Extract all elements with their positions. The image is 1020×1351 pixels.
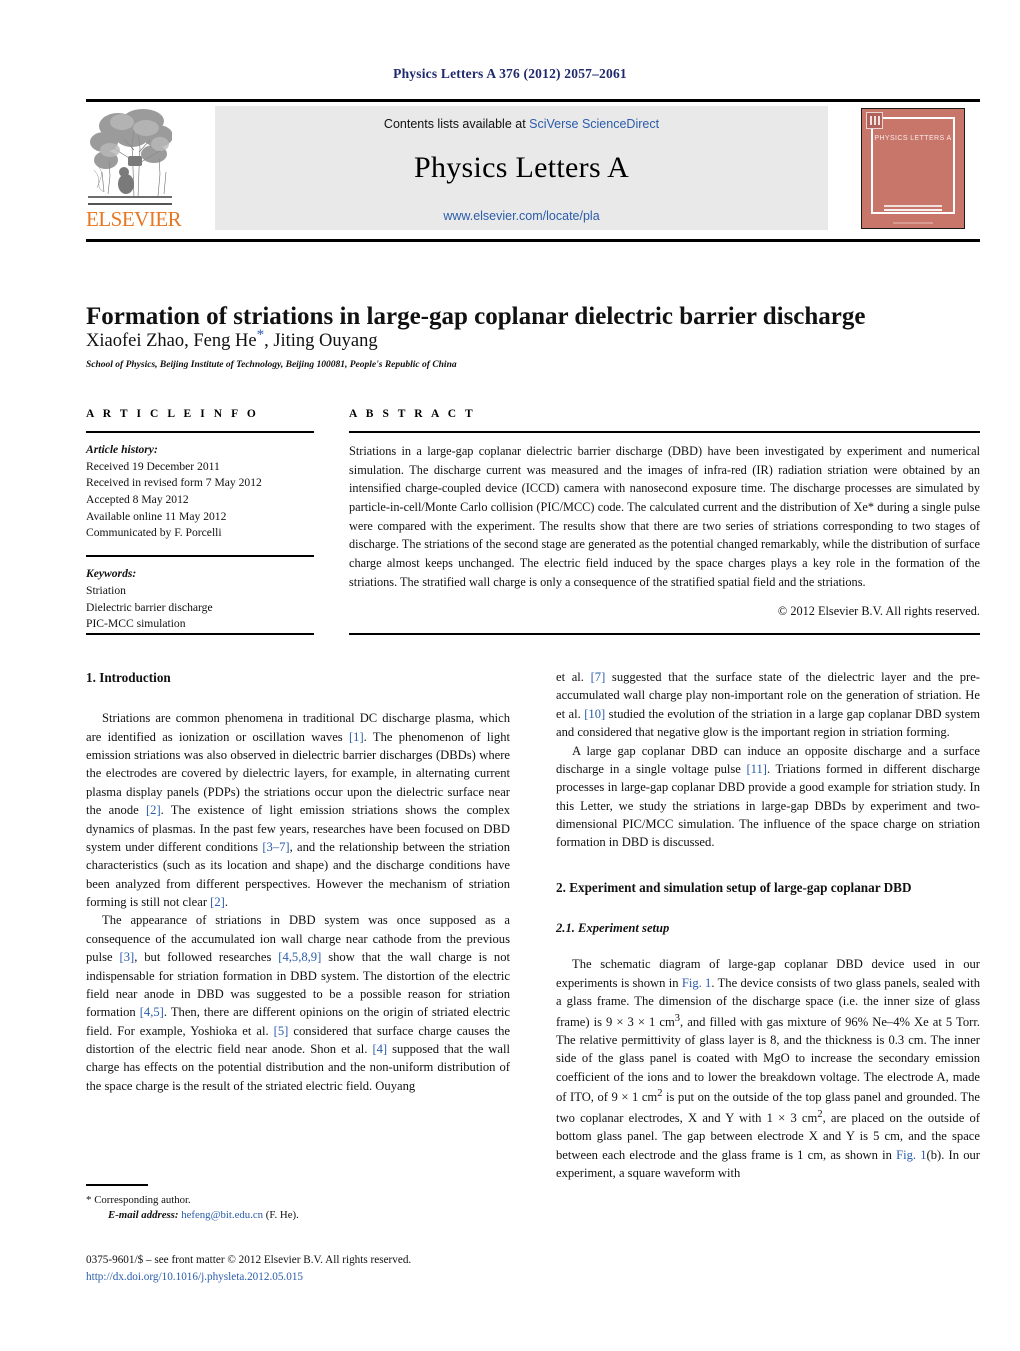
- article-info-heading: A R T I C L E I N F O: [86, 408, 259, 420]
- citation-link[interactable]: [4]: [372, 1042, 387, 1056]
- authors-post: , Jiting Ouyang: [264, 331, 378, 352]
- running-head: Physics Letters A 376 (2012) 2057–2061: [393, 66, 627, 81]
- history-item: Available online 11 May 2012: [86, 509, 227, 523]
- abstract-block: A B S T R A C T Striations in a large-ga…: [349, 408, 980, 619]
- contents-available-line: Contents lists available at SciVerse Sci…: [215, 117, 828, 131]
- elsevier-tree-icon: [88, 106, 172, 202]
- abstract-bottom-rule: [349, 633, 980, 635]
- masthead-top-rule: [86, 99, 980, 102]
- journal-masthead: ELSEVIER Contents lists available at Sci…: [86, 99, 980, 232]
- history-item: Received 19 December 2011: [86, 459, 220, 473]
- citation-link[interactable]: [5]: [274, 1024, 289, 1038]
- text-run: .: [224, 895, 229, 910]
- paragraph-intro-2: The appearance of striations in DBD syst…: [86, 911, 510, 1095]
- abstract-copyright: © 2012 Elsevier B.V. All rights reserved…: [777, 603, 980, 618]
- elsevier-wordmark: ELSEVIER: [86, 207, 182, 231]
- article-info-block: A R T I C L E I N F O Article history: R…: [86, 408, 314, 633]
- email-note: E-mail address: hefeng@bit.edu.cn (F. He…: [86, 1208, 510, 1224]
- keyword-item: Striation: [86, 583, 126, 597]
- citation-link[interactable]: [7]: [591, 670, 606, 684]
- journal-url-link[interactable]: www.elsevier.com/locate/pla: [215, 209, 828, 223]
- section-heading-experiment-setup: 2. Experiment and simulation setup of la…: [556, 879, 912, 895]
- elsevier-logo: ELSEVIER: [86, 106, 182, 231]
- paragraph-intro-1: Striations are common phenomena in tradi…: [86, 709, 510, 911]
- authors-pre: Xiaofei Zhao, Feng He: [86, 331, 257, 352]
- paragraph-intro-3: et al. [7] suggested that the surface st…: [556, 668, 980, 742]
- keyword-item: Dielectric barrier discharge: [86, 600, 213, 614]
- citation-link[interactable]: [10]: [584, 707, 605, 721]
- contents-prefix: Contents lists available at: [383, 117, 530, 131]
- cover-footline-top: [884, 205, 942, 207]
- text-run: studied the evolution of the striation i…: [556, 706, 980, 740]
- subsection-heading-experiment-setup: 2.1. Experiment setup: [556, 921, 670, 936]
- keywords-block: Keywords: Striation Dielectric barrier d…: [86, 566, 314, 633]
- citation-link[interactable]: [4,5,8,9]: [278, 950, 321, 964]
- cover-bottom-rule: [892, 222, 934, 224]
- text-run: et al.: [556, 670, 591, 684]
- keyword-item: PIC-MCC simulation: [86, 617, 186, 631]
- cover-badge-icon: [866, 112, 883, 129]
- corresponding-author-marker: *: [256, 327, 265, 343]
- journal-band: Contents lists available at SciVerse Sci…: [215, 106, 828, 230]
- citation-link[interactable]: [1]: [349, 730, 364, 744]
- history-item: Communicated by F. Porcelli: [86, 526, 222, 540]
- citation-link[interactable]: [2]: [210, 895, 225, 909]
- citation-link[interactable]: [3]: [120, 950, 135, 964]
- history-item: Received in revised form 7 May 2012: [86, 476, 262, 490]
- citation-link[interactable]: [2]: [146, 803, 161, 817]
- abstract-text: Striations in a large-gap coplanar diele…: [349, 444, 980, 589]
- footnote-block: * Corresponding author. E-mail address: …: [86, 1184, 510, 1224]
- figure-link[interactable]: Fig. 1: [682, 976, 712, 990]
- keywords-rule: [86, 555, 314, 558]
- text-run: (F. He).: [263, 1209, 299, 1222]
- abstract-rule: [349, 431, 980, 433]
- article-history-label: Article history:: [86, 443, 158, 456]
- body-column-right: et al. [7] suggested that the surface st…: [556, 668, 980, 1182]
- journal-cover-thumbnail: PHYSICS LETTERS A: [847, 106, 980, 231]
- text-run: Corresponding author.: [91, 1193, 191, 1206]
- section-heading-introduction: 1. Introduction: [86, 670, 171, 685]
- abstract-heading: A B S T R A C T: [349, 408, 476, 420]
- keywords-label: Keywords:: [86, 567, 137, 581]
- imprint-block: 0375-9601/$ – see front matter © 2012 El…: [86, 1252, 510, 1285]
- journal-title: Physics Letters A: [413, 151, 630, 184]
- author-list: Xiaofei Zhao, Feng He*, Jiting Ouyang: [86, 327, 980, 352]
- article-history: Article history: Received 19 December 20…: [86, 442, 314, 542]
- info-bottom-rule: [86, 633, 314, 635]
- citation-link[interactable]: [11]: [746, 762, 767, 776]
- corresponding-author-note: * Corresponding author.: [86, 1193, 510, 1209]
- citation-link[interactable]: [4,5]: [140, 1005, 164, 1019]
- email-label: E-mail address:: [108, 1209, 179, 1222]
- affiliation: School of Physics, Beijing Institute of …: [86, 360, 457, 370]
- issn-copyright-line: 0375-9601/$ – see front matter © 2012 El…: [86, 1254, 412, 1266]
- doi-link[interactable]: http://dx.doi.org/10.1016/j.physleta.201…: [86, 1269, 510, 1286]
- cover-frame: [871, 117, 955, 214]
- email-link[interactable]: hefeng@bit.edu.cn: [181, 1209, 263, 1221]
- paragraph-experiment-1: The schematic diagram of large-gap copla…: [556, 955, 980, 1182]
- footnote-rule: [86, 1184, 148, 1186]
- title-top-rule: [86, 239, 980, 242]
- article-info-rule: [86, 431, 314, 433]
- body-column-left: 1. Introduction Striations are common ph…: [86, 668, 510, 1095]
- history-item: Accepted 8 May 2012: [86, 493, 189, 507]
- cover-artwork: PHYSICS LETTERS A: [861, 108, 965, 229]
- cover-footline-bottom: [884, 209, 942, 211]
- sciencedirect-link[interactable]: SciVerse ScienceDirect: [529, 117, 659, 131]
- elsevier-divider: [88, 203, 172, 205]
- text-run: , but followed researches: [134, 950, 279, 965]
- figure-link[interactable]: Fig. 1: [896, 1148, 926, 1162]
- paragraph-intro-4: A large gap coplanar DBD can induce an o…: [556, 742, 980, 852]
- paper-page: Physics Letters A 376 (2012) 2057–2061 E…: [0, 0, 1020, 1351]
- cover-title: PHYSICS LETTERS A: [874, 135, 952, 142]
- citation-link[interactable]: [3–7]: [262, 840, 289, 854]
